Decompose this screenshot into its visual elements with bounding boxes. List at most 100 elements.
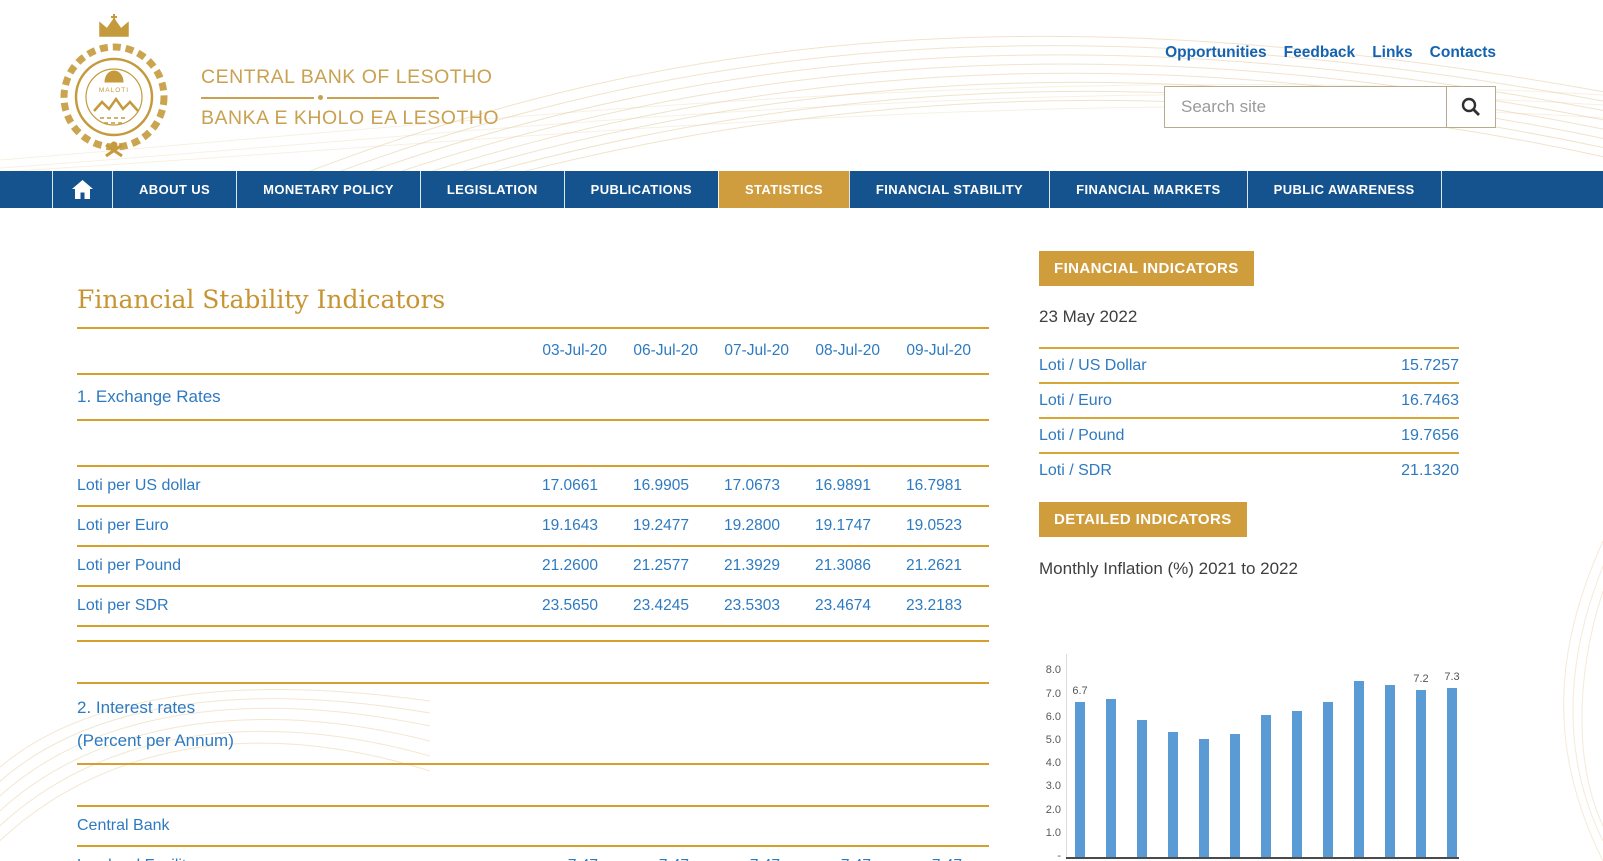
search-icon xyxy=(1460,96,1482,118)
central-bank-logo: MALOTI xyxy=(52,12,177,165)
table-row: 1. Exchange Rates xyxy=(77,373,989,419)
row-label: Loti per US dollar xyxy=(77,477,534,495)
nav-item-financial-stability[interactable]: FINANCIAL STABILITY xyxy=(849,171,1049,208)
nav-item-monetary-policy[interactable]: MONETARY POLICY xyxy=(236,171,420,208)
cell-value: 19.0523 xyxy=(898,517,989,535)
date-column-header: 07-Jul-20 xyxy=(716,342,807,360)
cell-value: 7.47 xyxy=(898,857,989,861)
indicator-value: 16.7463 xyxy=(1401,392,1459,410)
chart-y-tick: 7.0 xyxy=(1039,688,1061,700)
cell-value: 23.5650 xyxy=(534,597,625,615)
table-row: Loti per Pound21.260021.257721.392921.30… xyxy=(77,545,989,585)
row-label: Loti per SDR xyxy=(77,597,534,615)
nav-item-statistics[interactable]: STATISTICS xyxy=(718,171,849,208)
topbar-link-opportunities[interactable]: Opportunities xyxy=(1165,44,1267,62)
table-row: 03-Jul-2006-Jul-2007-Jul-2008-Jul-2009-J… xyxy=(77,327,989,373)
nav-item-public-awareness[interactable]: PUBLIC AWARENESS xyxy=(1247,171,1441,208)
table-row: Loti per Euro19.164319.247719.280019.174… xyxy=(77,505,989,545)
nav-item-publications[interactable]: PUBLICATIONS xyxy=(564,171,718,208)
cell-value: 7.47 xyxy=(625,857,716,861)
row-label: Loti per Pound xyxy=(77,557,534,575)
cell-value: 7.47 xyxy=(807,857,898,861)
indicator-label: Loti / Pound xyxy=(1039,427,1124,445)
chart-y-tick: 8.0 xyxy=(1039,664,1061,676)
inflation-bar xyxy=(1106,699,1116,857)
nav-item-financial-markets[interactable]: FINANCIAL MARKETS xyxy=(1049,171,1247,208)
table-row: 2. Interest rates(Percent per Annum) xyxy=(77,682,989,763)
inflation-bar xyxy=(1168,732,1178,857)
inflation-bar xyxy=(1447,688,1457,857)
page-title: Financial Stability Indicators xyxy=(77,283,989,317)
table-row xyxy=(77,625,989,640)
indicator-value: 19.7656 xyxy=(1401,427,1459,445)
bar-data-label: 7.2 xyxy=(1408,673,1434,685)
cell-value: 21.2600 xyxy=(534,557,625,575)
cell-value: 23.2183 xyxy=(898,597,989,615)
cell-value: 21.2577 xyxy=(625,557,716,575)
topbar-link-contacts[interactable]: Contacts xyxy=(1430,44,1496,62)
inflation-bar xyxy=(1261,715,1271,857)
cell-value: 7.47 xyxy=(534,857,625,861)
inflation-bar xyxy=(1199,739,1209,857)
search-button[interactable] xyxy=(1446,87,1495,127)
table-row xyxy=(77,419,989,465)
cell-value: 16.9905 xyxy=(625,477,716,495)
table-row: Loti per SDR23.565023.424523.530323.4674… xyxy=(77,585,989,625)
row-label: 1. Exchange Rates xyxy=(77,387,989,407)
chart-y-tick: 2.0 xyxy=(1039,804,1061,816)
decorative-waves-bottom-right xyxy=(1493,541,1603,861)
indicators-date: 23 May 2022 xyxy=(1039,307,1459,327)
bank-name-sesotho: BANKA E KHOLO EA LESOTHO xyxy=(201,107,439,130)
inflation-bar xyxy=(1323,702,1333,857)
indicator-row: Loti / Euro 16.7463 xyxy=(1039,382,1459,417)
chart-y-tick: - xyxy=(1039,850,1061,861)
cell-value: 17.0673 xyxy=(716,477,807,495)
row-label: 2. Interest rates(Percent per Annum) xyxy=(77,691,989,757)
cell-value: 16.9891 xyxy=(807,477,898,495)
cell-value: 19.1643 xyxy=(534,517,625,535)
nav-item-home[interactable] xyxy=(52,171,112,208)
table-row: Loti per US dollar17.066116.990517.06731… xyxy=(77,465,989,505)
bank-crest-icon: MALOTI xyxy=(52,12,177,160)
wordmark-divider xyxy=(201,95,439,100)
indicator-row: Loti / Pound 19.7656 xyxy=(1039,417,1459,452)
inflation-bar xyxy=(1137,720,1147,857)
nav-item-legislation[interactable]: LEGISLATION xyxy=(420,171,564,208)
cell-value: 7.47 xyxy=(716,857,807,861)
inflation-bar xyxy=(1292,711,1302,857)
cell-value: 19.2800 xyxy=(716,517,807,535)
bank-wordmark: CENTRAL BANK OF LESOTHO BANKA E KHOLO EA… xyxy=(201,66,439,130)
topbar-link-links[interactable]: Links xyxy=(1372,44,1412,62)
search-box xyxy=(1164,86,1496,128)
chart-y-tick: 6.0 xyxy=(1039,711,1061,723)
svg-text:MALOTI: MALOTI xyxy=(99,87,129,94)
cell-value: 17.0661 xyxy=(534,477,625,495)
bar-data-label: 6.7 xyxy=(1067,685,1093,697)
bank-name-english: CENTRAL BANK OF LESOTHO xyxy=(201,66,439,89)
inflation-chart: 8.07.06.05.04.03.02.01.0-6.77.27.3 xyxy=(1039,632,1459,861)
indicator-label: Loti / Euro xyxy=(1039,392,1112,410)
cell-value: 19.2477 xyxy=(625,517,716,535)
indicator-row: Loti / US Dollar 15.7257 xyxy=(1039,347,1459,382)
chart-y-tick: 4.0 xyxy=(1039,757,1061,769)
chart-title: Monthly Inflation (%) 2021 to 2022 xyxy=(1039,559,1459,579)
main-nav: ABOUT USMONETARY POLICYLEGISLATIONPUBLIC… xyxy=(0,171,1603,208)
indicator-label: Loti / SDR xyxy=(1039,462,1112,480)
bar-data-label: 7.3 xyxy=(1439,671,1465,683)
nav-item-about-us[interactable]: ABOUT US xyxy=(112,171,236,208)
search-input[interactable] xyxy=(1165,87,1446,127)
nav-end-separator xyxy=(1441,171,1442,208)
chart-y-tick: 5.0 xyxy=(1039,734,1061,746)
page: MALOTI CENTRAL BANK OF LESOTHO BANKA E K… xyxy=(0,0,1603,861)
inflation-bar xyxy=(1354,681,1364,857)
main-content: Financial Stability Indicators 03-Jul-20… xyxy=(77,283,989,861)
table-row: Central Bank xyxy=(77,805,989,845)
indicators-table: Loti / US Dollar 15.7257 Loti / Euro 16.746… xyxy=(1039,347,1459,487)
cell-value: 21.3929 xyxy=(716,557,807,575)
date-column-header: 06-Jul-20 xyxy=(625,342,716,360)
indicator-value: 15.7257 xyxy=(1401,357,1459,375)
cell-value: 23.5303 xyxy=(716,597,807,615)
indicator-label: Loti / US Dollar xyxy=(1039,357,1147,375)
fsi-table: 03-Jul-2006-Jul-2007-Jul-2008-Jul-2009-J… xyxy=(77,327,989,861)
topbar-link-feedback[interactable]: Feedback xyxy=(1284,44,1356,62)
